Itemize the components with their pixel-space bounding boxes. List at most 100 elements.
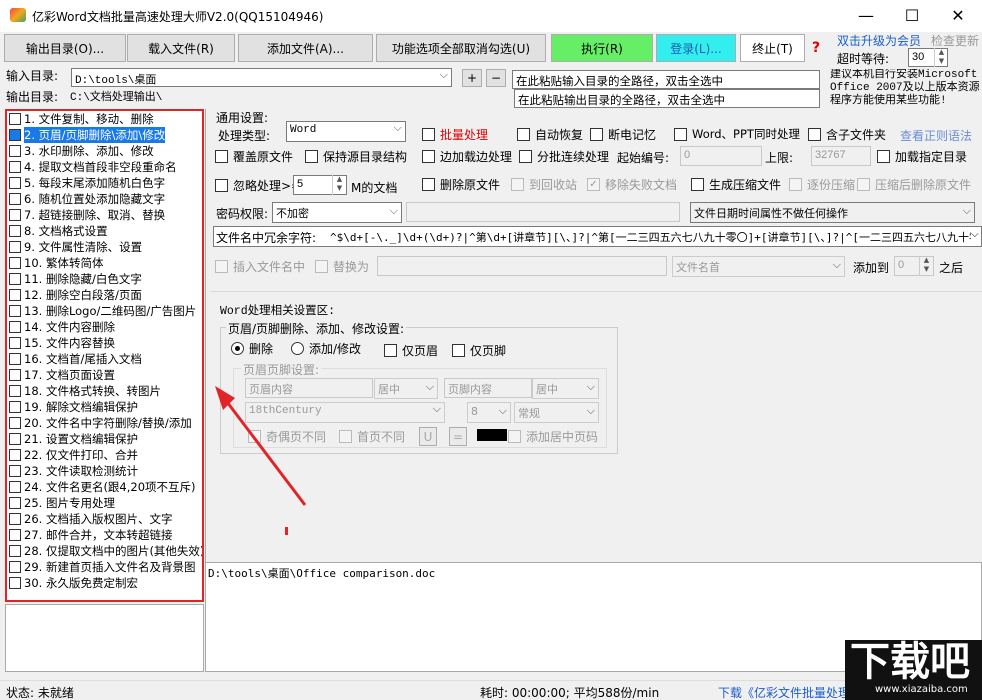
chevron-down-icon[interactable]: ⌵ [971, 229, 979, 240]
function-list-item[interactable]: 11. 删除隐藏/白色文字 [7, 271, 202, 287]
function-list-item[interactable]: 16. 文档首/尾插入文档 [7, 351, 202, 367]
auto-restore-checkbox[interactable]: 自动恢复 [517, 126, 583, 143]
function-list-item[interactable]: 9. 文件属性清除、设置 [7, 239, 202, 255]
gen-zip-checkbox[interactable]: 生成压缩文件 [691, 176, 781, 193]
function-list-item[interactable]: 15. 文件内容替换 [7, 335, 202, 351]
password-input[interactable] [406, 202, 680, 222]
add-file-button[interactable]: 添加文件(A)... [238, 34, 373, 62]
timeout-spinner[interactable]: ▲ ▼ [934, 48, 948, 67]
align-button[interactable]: = [449, 427, 467, 446]
function-list-item[interactable]: 20. 文件名中字符删除/替换/添加 [7, 415, 202, 431]
footer-content-input[interactable]: 页脚内容 [444, 378, 532, 398]
check-update-link[interactable]: 检查更新 [931, 32, 979, 49]
function-checkbox[interactable] [9, 257, 21, 269]
function-checkbox[interactable] [9, 241, 21, 253]
function-checkbox[interactable] [9, 513, 21, 525]
remove-dir-button[interactable]: − [486, 69, 506, 87]
upgrade-link[interactable]: 双击升级为会员 [837, 32, 921, 49]
function-checkbox[interactable] [9, 369, 21, 381]
footer-align-select[interactable]: 居中 ⌵ [532, 378, 599, 399]
toggle-all-options-button[interactable]: 功能选项全部取消勾选(U) [376, 34, 546, 62]
function-checkbox[interactable] [9, 337, 21, 349]
function-list-item[interactable]: 10. 繁体转简体 [7, 255, 202, 271]
delete-source-checkbox[interactable]: 删除原文件 [422, 176, 500, 193]
add-page-number-checkbox[interactable]: 添加居中页码 [508, 428, 598, 445]
delete-after-zip-checkbox[interactable]: 压缩后删除原文件 [857, 176, 971, 193]
regex-syntax-link[interactable]: 查看正则语法 [900, 127, 972, 144]
function-list-item[interactable]: 5. 每段末尾添加随机白色字 [7, 175, 202, 191]
function-checkbox[interactable] [9, 225, 21, 237]
function-list-item[interactable]: 30. 永久版免费定制宏 [7, 575, 202, 591]
function-list-item[interactable]: 26. 文档插入版权图片、文字 [7, 511, 202, 527]
upper-limit-input[interactable]: 32767 [811, 146, 871, 166]
input-path-paste-field[interactable]: 在此粘贴输入目录的全路径，双击全选中 [512, 70, 820, 89]
close-button[interactable]: ✕ [935, 0, 981, 30]
input-dir-combo[interactable]: D:\tools\桌面 ⌵ [71, 68, 452, 87]
subfolder-checkbox[interactable]: 含子文件夹 [808, 126, 886, 143]
function-list-item[interactable]: 13. 删除Logo/二维码图/广告图片 [7, 303, 202, 319]
power-memory-checkbox[interactable]: 断电记忆 [590, 126, 656, 143]
footer-only-checkbox[interactable]: 仅页脚 [452, 342, 506, 359]
function-list-item[interactable]: 7. 超链接删除、取消、替换 [7, 207, 202, 223]
function-checkbox[interactable] [9, 561, 21, 573]
function-list-item[interactable]: 19. 解除文档编辑保护 [7, 399, 202, 415]
function-list-item[interactable]: 24. 文件名更名(跟4,20项不互斥) [7, 479, 202, 495]
function-list-item[interactable]: 28. 仅提取文档中的图片(其他失效) [7, 543, 202, 559]
ignore-size-checkbox[interactable]: 忽略处理>= [215, 177, 301, 194]
function-checkbox[interactable] [9, 273, 21, 285]
function-checkbox[interactable] [9, 145, 21, 157]
ignore-size-spinner[interactable]: ▲ ▼ [332, 175, 346, 195]
side-process-checkbox[interactable]: 边加载边处理 [422, 148, 512, 165]
replace-as-input[interactable] [377, 256, 667, 276]
function-checkbox[interactable] [9, 465, 21, 477]
name-position-select[interactable]: 文件名首 ⌵ [672, 256, 845, 277]
function-checkbox[interactable] [9, 577, 21, 589]
function-list-item[interactable]: 3. 水印删除、添加、修改 [7, 143, 202, 159]
function-checkbox[interactable] [9, 177, 21, 189]
add-to-spinner[interactable]: ▲ ▼ [919, 256, 933, 276]
function-checkbox[interactable] [9, 497, 21, 509]
function-list-item[interactable]: 6. 随机位置处添加隐藏文字 [7, 191, 202, 207]
font-style-select[interactable]: 常规 ⌵ [514, 402, 599, 423]
login-button[interactable]: 登录(L)... [656, 34, 736, 62]
keep-structure-checkbox[interactable]: 保持源目录结构 [305, 148, 407, 165]
function-checkbox[interactable] [9, 433, 21, 445]
output-path-paste-field[interactable]: 在此粘贴输出目录的全路径，双击全选中 [514, 89, 820, 108]
function-checkbox[interactable] [9, 193, 21, 205]
function-list-item[interactable]: 4. 提取文档首段非空段重命名 [7, 159, 202, 175]
help-icon[interactable]: ? [812, 40, 820, 56]
function-checkbox[interactable] [9, 209, 21, 221]
load-file-button[interactable]: 载入文件(R) [127, 34, 235, 62]
function-checkbox[interactable] [9, 417, 21, 429]
function-list-item[interactable]: 25. 图片专用处理 [7, 495, 202, 511]
function-list-item[interactable]: 17. 文档页面设置 [7, 367, 202, 383]
function-checkbox[interactable] [9, 481, 21, 493]
remove-failed-checkbox[interactable]: ✓ 移除失败文档 [587, 176, 677, 193]
function-checkbox[interactable] [9, 113, 21, 125]
download-link[interactable]: 下载《亿彩文件批量处理 [718, 684, 850, 700]
first-page-diff-checkbox[interactable]: 首页不同 [339, 428, 405, 445]
font-size-select[interactable]: 8 ⌵ [467, 402, 511, 423]
function-checkbox[interactable] [9, 129, 21, 141]
delete-radio[interactable]: 删除 [231, 340, 273, 357]
add-modify-radio[interactable]: 添加/修改 [291, 340, 361, 357]
function-checkbox[interactable] [9, 385, 21, 397]
word-ppt-checkbox[interactable]: Word、PPT同时处理 [674, 126, 800, 142]
one-by-one-zip-checkbox[interactable]: 逐份压缩 [789, 176, 855, 193]
function-checkbox[interactable] [9, 353, 21, 365]
header-align-select[interactable]: 居中 ⌵ [374, 378, 438, 399]
batch-process-checkbox[interactable]: 批量处理 [422, 126, 488, 143]
start-number-input[interactable]: 0 [680, 146, 762, 166]
function-list-item[interactable]: 1. 文件复制、移动、删除 [7, 111, 202, 127]
replace-as-checkbox[interactable]: 替换为 [315, 258, 369, 275]
function-list-item[interactable]: 2. 页眉/页脚删除\添加\修改 [7, 127, 202, 143]
function-list-item[interactable]: 27. 邮件合并，文本转超链接 [7, 527, 202, 543]
function-checkbox[interactable] [9, 529, 21, 541]
function-checkbox[interactable] [9, 305, 21, 317]
function-list-item[interactable]: 23. 文件读取检测统计 [7, 463, 202, 479]
function-list-item[interactable]: 22. 仅文件打印、合并 [7, 447, 202, 463]
redundant-chars-input[interactable]: ^$\d+[-\._]\d+(\d+)?|^第\d+[讲章节][\、]?|^第[… [327, 227, 971, 246]
function-list-item[interactable]: 12. 删除空白段落/页面 [7, 287, 202, 303]
function-checkbox[interactable] [9, 449, 21, 461]
function-list-item[interactable]: 14. 文件内容删除 [7, 319, 202, 335]
